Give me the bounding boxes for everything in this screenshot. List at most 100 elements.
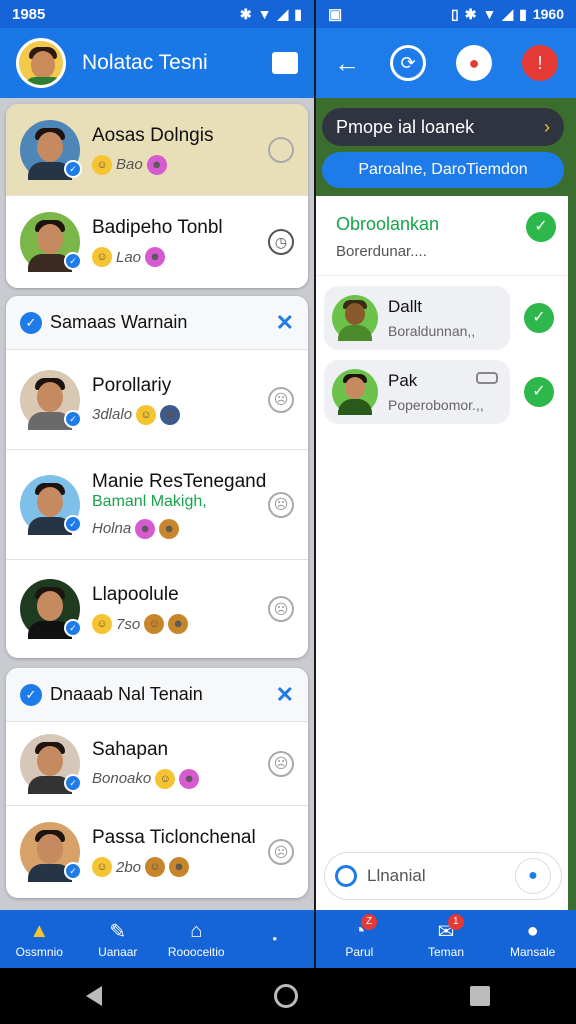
wink-emoji-icon: ☺ <box>155 768 176 789</box>
signal-icon: ◢ <box>277 5 289 22</box>
avatar: ✓ <box>20 369 82 430</box>
back-arrow-icon[interactable]: ← <box>334 48 360 79</box>
promo-banner[interactable]: Pmope ial loanek › <box>322 108 564 146</box>
contact-name: Badipeho Tonbl <box>92 217 223 238</box>
input-placeholder: Llnanial <box>367 866 426 885</box>
heart-emoji-icon: ☻ <box>135 518 156 539</box>
sad-face-icon[interactable]: ☹ <box>268 839 294 865</box>
verified-icon: ✓ <box>64 409 82 428</box>
message-preview: Poperobomor.,, <box>388 397 484 413</box>
nav-item[interactable]: ⌂ Roooceitio <box>157 910 236 968</box>
heart-emoji-icon: ☻ <box>146 154 167 175</box>
status-time: 1985 <box>12 5 46 23</box>
list-item[interactable]: ✓ Badipeho Tonbl ☺ Lao ☻ ◷ <box>6 196 308 288</box>
heart-emoji-icon: ☻ <box>145 247 166 267</box>
vibrate-icon: ▯ <box>451 5 459 22</box>
nav-item[interactable]: ● <box>236 910 315 968</box>
wifi-icon: ▼ <box>482 5 497 22</box>
list-item[interactable]: ✓ Passa Ticlonchenal ☺ 2bo ☺ ☻ ☹ <box>6 806 308 898</box>
contact-name: Passa Ticlonchenal <box>92 827 256 848</box>
sad-face-icon[interactable]: ☹ <box>268 491 294 518</box>
avatar: ✓ <box>20 212 82 272</box>
bell-icon: ▲ <box>29 919 50 942</box>
group-header[interactable]: ✓ Dnaaab Nal Tenain ✕ <box>6 668 308 722</box>
message-sender: Dallt <box>388 297 423 316</box>
chevron-right-icon: › <box>544 116 550 137</box>
contact-meta: Bonoako <box>92 770 152 787</box>
nav-item[interactable]: ✉ 1 Teman <box>403 910 490 968</box>
select-circle-icon[interactable] <box>268 136 294 163</box>
signal-icon: ◢ <box>502 5 514 22</box>
home-button-icon[interactable] <box>274 984 298 1008</box>
chat-list[interactable]: ✓ Aosas Dolngis ☺ Bao ☻ ✓ Badipeho Tonbl ☺… <box>0 98 314 910</box>
bottom-nav: ◔ Z Parul ✉ 1 Teman ● Mansale <box>316 910 576 968</box>
heart-emoji-icon: ☻ <box>179 768 200 789</box>
app-bar: Nolatac Tesni <box>0 28 314 98</box>
sad-face-icon[interactable]: ☹ <box>268 750 294 777</box>
profile-icon: ● <box>526 919 539 942</box>
contact-meta: 7so <box>116 615 141 633</box>
topic-pill[interactable]: Paroalne, DaroTiemdon <box>322 152 564 188</box>
conversation-header[interactable]: Obroolankan Borerdunar.... ✓ <box>316 196 568 276</box>
nav-item[interactable]: ▲ Ossmnio <box>0 910 79 968</box>
avatar-emoji-icon: ☻ <box>159 518 180 539</box>
alert-icon[interactable]: ! <box>522 45 558 81</box>
message-preview: Boraldunnan,, <box>388 323 476 339</box>
status-time: 1960 <box>532 5 564 22</box>
group-card: ✓ Samaas Warnain ✕ ✓ Porollariy 3dlalo ☺ ☻… <box>6 296 308 658</box>
check-icon: ✓ <box>524 303 554 333</box>
bluetooth-icon: ✱ <box>239 5 252 22</box>
list-item[interactable]: ✓ Porollariy 3dlalo ☺ ☻ ☹ <box>6 350 308 450</box>
check-icon: ✓ <box>526 212 556 242</box>
wifi-icon: ▼ <box>257 5 272 22</box>
mic-icon[interactable]: ● <box>515 858 551 894</box>
nav-item[interactable]: ◔ Z Parul <box>316 910 403 968</box>
nav-badge: 1 <box>447 914 464 930</box>
back-icon[interactable] <box>86 986 102 1006</box>
nav-badge: Z <box>361 914 378 930</box>
tools-icon[interactable]: ✕ <box>276 682 294 708</box>
sad-face-icon[interactable]: ☹ <box>268 386 294 413</box>
message-item[interactable]: Dallt Boraldunnan,, ✓ <box>324 286 554 350</box>
compose-icon[interactable] <box>272 52 298 74</box>
nav-item[interactable]: ✎ Uanaar <box>79 910 158 968</box>
verified-icon: ✓ <box>64 514 82 533</box>
contact-meta: 2bo <box>116 858 142 876</box>
notification-icon[interactable]: ● <box>456 45 492 81</box>
chat-panel: Pmope ial loanek › Paroalne, DaroTiemdon… <box>316 98 576 910</box>
smile-emoji-icon: ☺ <box>92 154 112 175</box>
sad-face-icon[interactable]: ☹ <box>268 596 294 622</box>
recents-icon[interactable] <box>470 986 490 1006</box>
bottom-nav: ▲ Ossmnio ✎ Uanaar ⌂ Roooceitio ● <box>0 910 314 968</box>
clock-icon[interactable]: ◷ <box>268 229 294 255</box>
media-icon <box>476 372 498 384</box>
verified-icon: ✓ <box>64 159 82 178</box>
list-item[interactable]: ✓ Aosas Dolngis ☺ Bao ☻ <box>6 104 308 196</box>
right-pane: ▣ ▯ ✱ ▼ ◢ ▮ 1960 ← ⟳ ● ! Pmope ial loane… <box>316 0 576 968</box>
list-item[interactable]: ✓ Manie ResTenegand Bamanl Makigh, Holna… <box>6 450 308 560</box>
message-item[interactable]: Pak Poperobomor.,, ✓ <box>324 360 554 424</box>
sync-icon[interactable]: ⟳ <box>390 45 426 81</box>
list-item[interactable]: ✓ Sahapan Bonoako ☺ ☻ ☹ <box>6 722 308 806</box>
smile-emoji-icon: ☺ <box>92 857 112 877</box>
avatar <box>332 295 378 341</box>
group-header[interactable]: ✓ Samaas Warnain ✕ <box>6 296 308 350</box>
avatar-emoji-icon: ☻ <box>160 404 181 425</box>
verified-icon: ✓ <box>64 773 82 792</box>
home-icon: ⌂ <box>190 919 203 942</box>
battery-icon: ▮ <box>519 5 527 22</box>
check-icon: ✓ <box>20 683 42 706</box>
contact-meta: Holna <box>92 520 132 537</box>
status-bar: ▣ ▯ ✱ ▼ ◢ ▮ 1960 <box>316 0 576 28</box>
contact-meta: Bao <box>116 156 143 173</box>
list-item[interactable]: ✓ Llapoolule ☺ 7so ☺ ☻ ☹ <box>6 560 308 658</box>
group-card: ✓ Dnaaab Nal Tenain ✕ ✓ Sahapan Bonoako ☺… <box>6 668 308 898</box>
profile-avatar[interactable] <box>16 38 66 88</box>
app-bar: ← ⟳ ● ! <box>316 28 576 98</box>
smile-emoji-icon: ☺ <box>145 857 166 877</box>
tools-icon[interactable]: ✕ <box>276 310 294 336</box>
avatar: ✓ <box>20 822 82 882</box>
split-divider <box>314 0 316 968</box>
message-input[interactable]: Llnanial ● <box>324 852 562 900</box>
nav-item[interactable]: ● Mansale <box>489 910 576 968</box>
